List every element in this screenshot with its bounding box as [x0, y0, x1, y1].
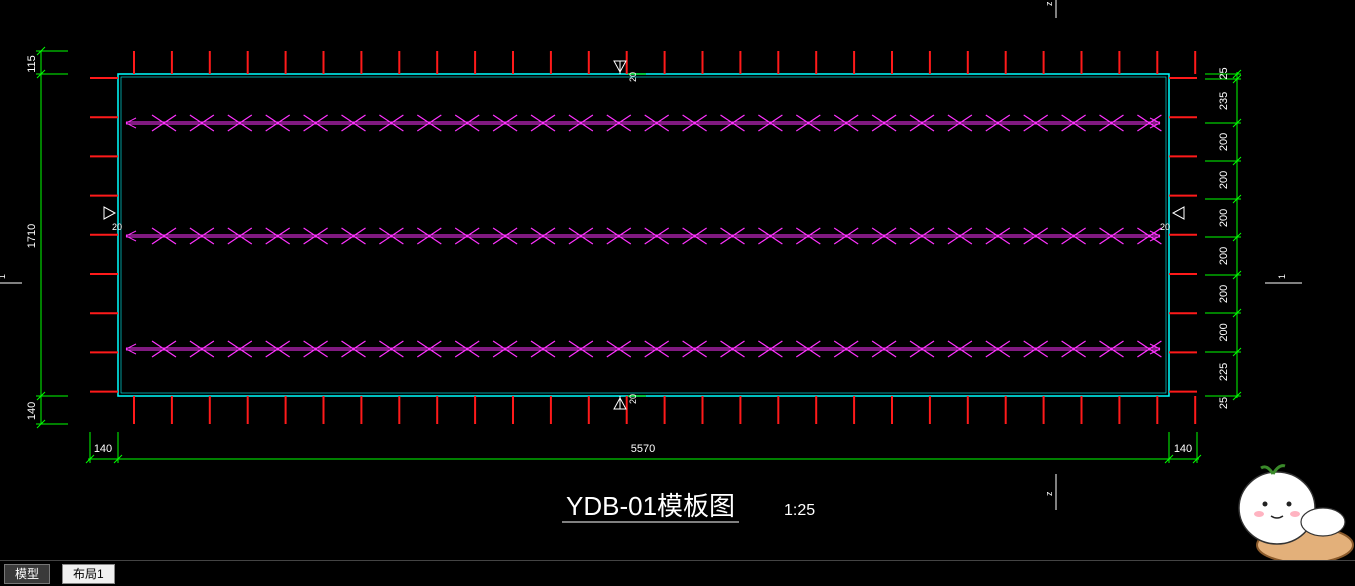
dim-right-label: 225: [1218, 363, 1230, 381]
dimension-right-labels: 25 235 200 200 200 200 200 200 225 25: [1218, 67, 1230, 409]
cover-marker-left: [103, 206, 117, 220]
layout-tab-bar: 模型 布局1: [0, 560, 1355, 586]
dim-right-label: 235: [1218, 92, 1230, 110]
dim-right-label: 200: [1218, 171, 1230, 189]
dim-bottom-left: 140: [94, 443, 112, 455]
dim-bottom-middle: 5570: [631, 443, 655, 455]
dim-bottom-right: 140: [1174, 443, 1192, 455]
cad-drawing: 115 1710 140 140 5570 140 25 235 200 200 200…: [0, 0, 1302, 523]
dim-left-bottom: 140: [26, 402, 38, 420]
cover-label-bottom: 20: [628, 394, 638, 404]
section-mark-right-label: 1: [1277, 274, 1287, 279]
model-space-canvas[interactable]: 115 1710 140 140 5570 140 25 235 200 200 200…: [0, 0, 1355, 560]
section-mark-top-label: z: [1044, 1, 1054, 6]
dim-right-label: 200: [1218, 247, 1230, 265]
tab-layout1[interactable]: 布局1: [62, 564, 115, 584]
dim-right-label: 25: [1218, 397, 1230, 409]
cover-label-top: 20: [628, 72, 638, 82]
cover-label-right: 20: [1160, 222, 1170, 232]
dim-right-label: 25: [1218, 67, 1230, 79]
rebar-ticks-bottom: [133, 396, 1197, 424]
dim-right-label: 200: [1218, 133, 1230, 151]
section-mark-bottom-label: z: [1044, 491, 1054, 496]
cover-marker-right: [1171, 206, 1185, 220]
dimension-right: [1205, 69, 1242, 401]
rebar-ticks-right: [1169, 77, 1197, 393]
tab-model[interactable]: 模型: [4, 564, 51, 584]
mascot-decoration: [1238, 464, 1354, 560]
rebar-ticks-left: [90, 77, 118, 393]
drawing-title: YDB-01模板图: [566, 491, 735, 521]
cover-label-left: 20: [112, 222, 122, 232]
section-mark-left-label: 1: [0, 274, 7, 279]
dim-right-label: 200: [1218, 285, 1230, 303]
dim-left-top: 115: [26, 55, 38, 73]
rebar-ticks-top: [133, 51, 1197, 74]
dim-right-label: 200: [1218, 323, 1230, 341]
lifting-rebar-lines: [125, 114, 1162, 358]
dim-right-label: 200: [1218, 209, 1230, 227]
dimension-left: [36, 46, 68, 429]
dim-left-middle: 1710: [26, 224, 38, 248]
drawing-scale: 1:25: [784, 502, 815, 519]
